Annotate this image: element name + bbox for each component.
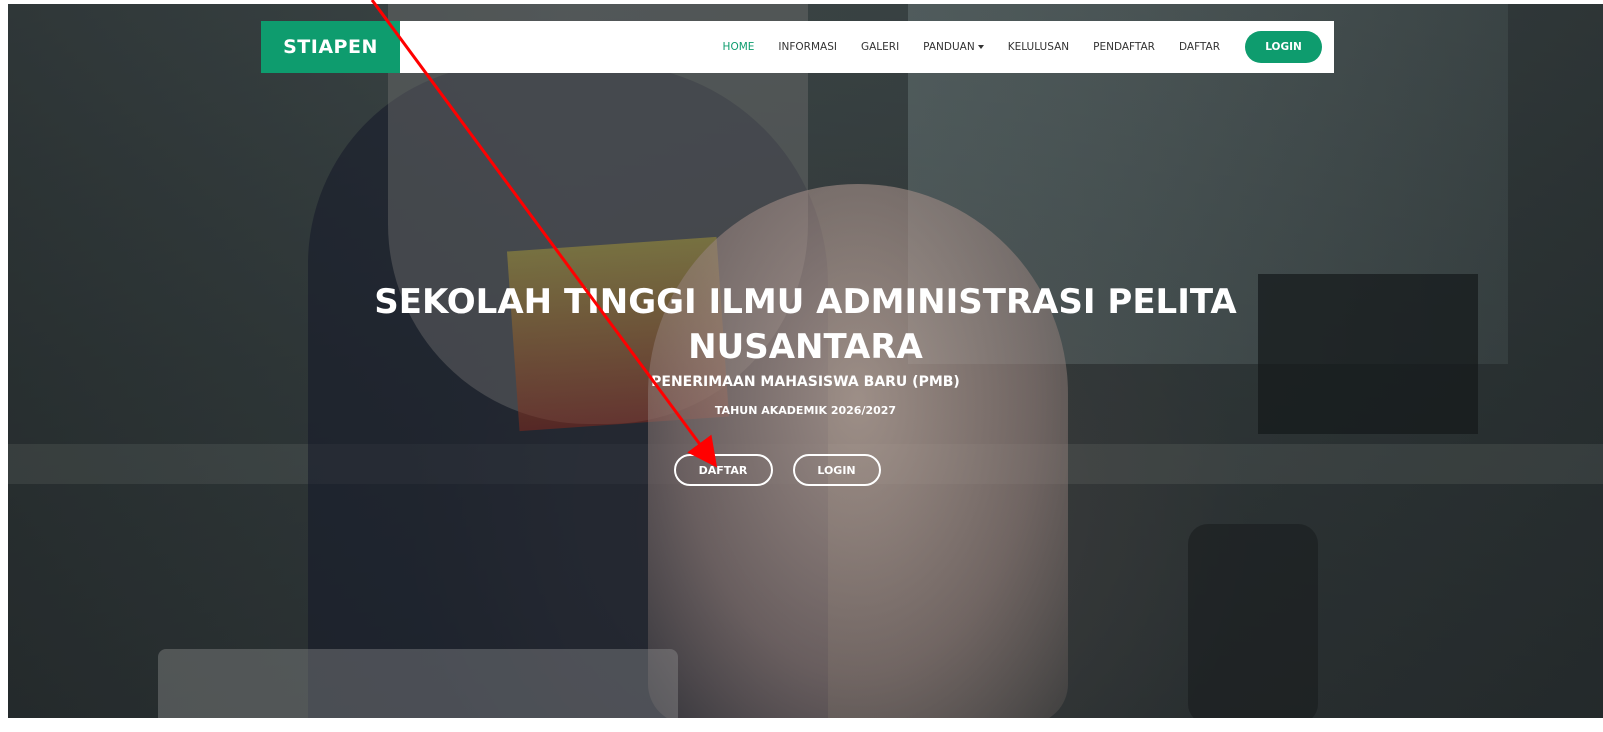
nav-item-daftar[interactable]: DAFTAR [1179, 41, 1220, 53]
background-laptop [158, 649, 678, 718]
nav-item-panduan-label: PANDUAN [923, 41, 975, 53]
nav-menu: HOME INFORMASI GALERI PANDUAN KELULUSAN … [699, 21, 1322, 73]
hero-title: SEKOLAH TINGGI ILMU ADMINISTRASI PELITA … [374, 282, 1237, 367]
hero-subtitle: PENERIMAAN MAHASISWA BARU (PMB) [651, 374, 960, 390]
caret-down-icon [977, 45, 984, 49]
nav-item-kelulusan[interactable]: KELULUSAN [1008, 41, 1069, 53]
hero-content: SEKOLAH TINGGI ILMU ADMINISTRASI PELITA … [8, 280, 1603, 486]
nav-item-informasi[interactable]: INFORMASI [778, 41, 837, 53]
hero-buttons: DAFTAR LOGIN [0, 454, 1603, 486]
brand-logo[interactable]: STIAPEN [261, 21, 400, 73]
nav-item-panduan[interactable]: PANDUAN [923, 41, 984, 53]
nav-login-button[interactable]: LOGIN [1245, 31, 1322, 63]
hero-academic-year: TAHUN AKADEMIK 2026/2027 [714, 404, 897, 417]
top-navbar: STIAPEN HOME INFORMASI GALERI PANDUAN KE… [261, 21, 1334, 73]
nav-item-galeri[interactable]: GALERI [861, 41, 899, 53]
daftar-button[interactable]: DAFTAR [673, 454, 773, 486]
login-button[interactable]: LOGIN [792, 454, 881, 486]
background-chair [1188, 524, 1318, 718]
nav-item-home[interactable]: HOME [723, 41, 755, 53]
nav-item-pendaftar[interactable]: PENDAFTAR [1093, 41, 1155, 53]
